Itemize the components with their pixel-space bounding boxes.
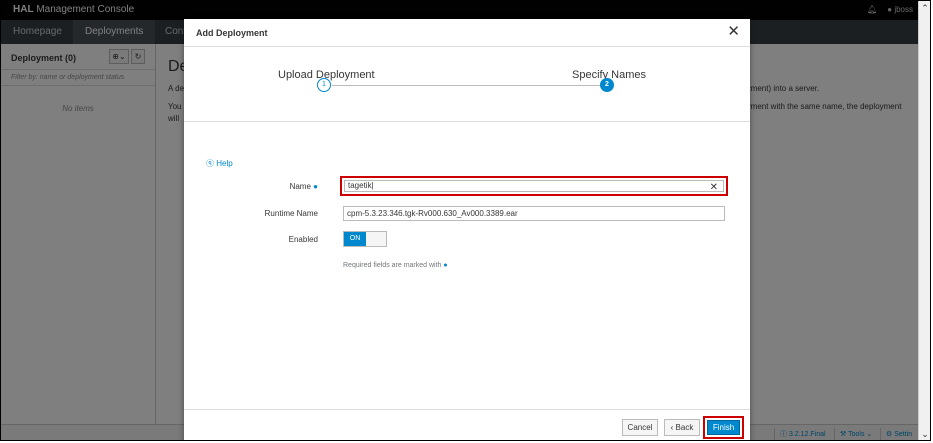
required-asterisk: ● <box>313 182 318 191</box>
add-deployment-dialog: Add Deployment ✕ Upload Deployment Speci… <box>184 19 750 440</box>
clear-icon[interactable]: ✕ <box>710 182 718 194</box>
help-link[interactable]: ⓠ Help <box>206 158 233 169</box>
scroll-down-icon[interactable]: ⌄ <box>920 429 930 439</box>
name-input[interactable]: tagetik| ✕ <box>344 180 724 194</box>
cancel-button[interactable]: Cancel <box>622 419 658 436</box>
finish-button-highlight: Finish <box>703 416 744 439</box>
runtime-name-label: Runtime Name <box>264 209 318 218</box>
close-icon[interactable]: ✕ <box>727 24 740 39</box>
modal-footer: Cancel ‹ Back Finish <box>184 409 750 440</box>
question-circle-icon: ⓠ <box>206 159 214 168</box>
step-indicator-2: 2 <box>600 78 614 92</box>
browser-frame: HAL Management Console 🔔︎ ● jboss Homepa… <box>0 0 931 441</box>
name-label: Name ● <box>289 182 318 191</box>
toggle-knob <box>366 232 386 246</box>
scroll-up-icon[interactable]: ⌃ <box>920 3 930 13</box>
page-scrollbar[interactable]: ⌃ ⌄ <box>918 1 930 440</box>
back-button[interactable]: ‹ Back <box>664 419 700 436</box>
toggle-on-label: ON <box>344 232 366 246</box>
finish-button[interactable]: Finish <box>707 420 740 435</box>
runtime-name-input[interactable]: cpm-5.3.23.346.tgk-Rv000.630_Av000.3389.… <box>343 206 725 221</box>
modal-header: Add Deployment ✕ <box>184 19 750 47</box>
enabled-label: Enabled <box>288 235 318 244</box>
name-field-highlight: tagetik| ✕ <box>340 176 728 196</box>
required-asterisk: ● <box>443 262 448 269</box>
required-fields-note: Required fields are marked with ● <box>343 262 448 269</box>
enabled-toggle[interactable]: ON <box>343 231 387 247</box>
step-connector <box>332 85 606 86</box>
step-indicator-1[interactable]: 1 <box>317 78 331 92</box>
modal-title: Add Deployment <box>196 28 268 38</box>
